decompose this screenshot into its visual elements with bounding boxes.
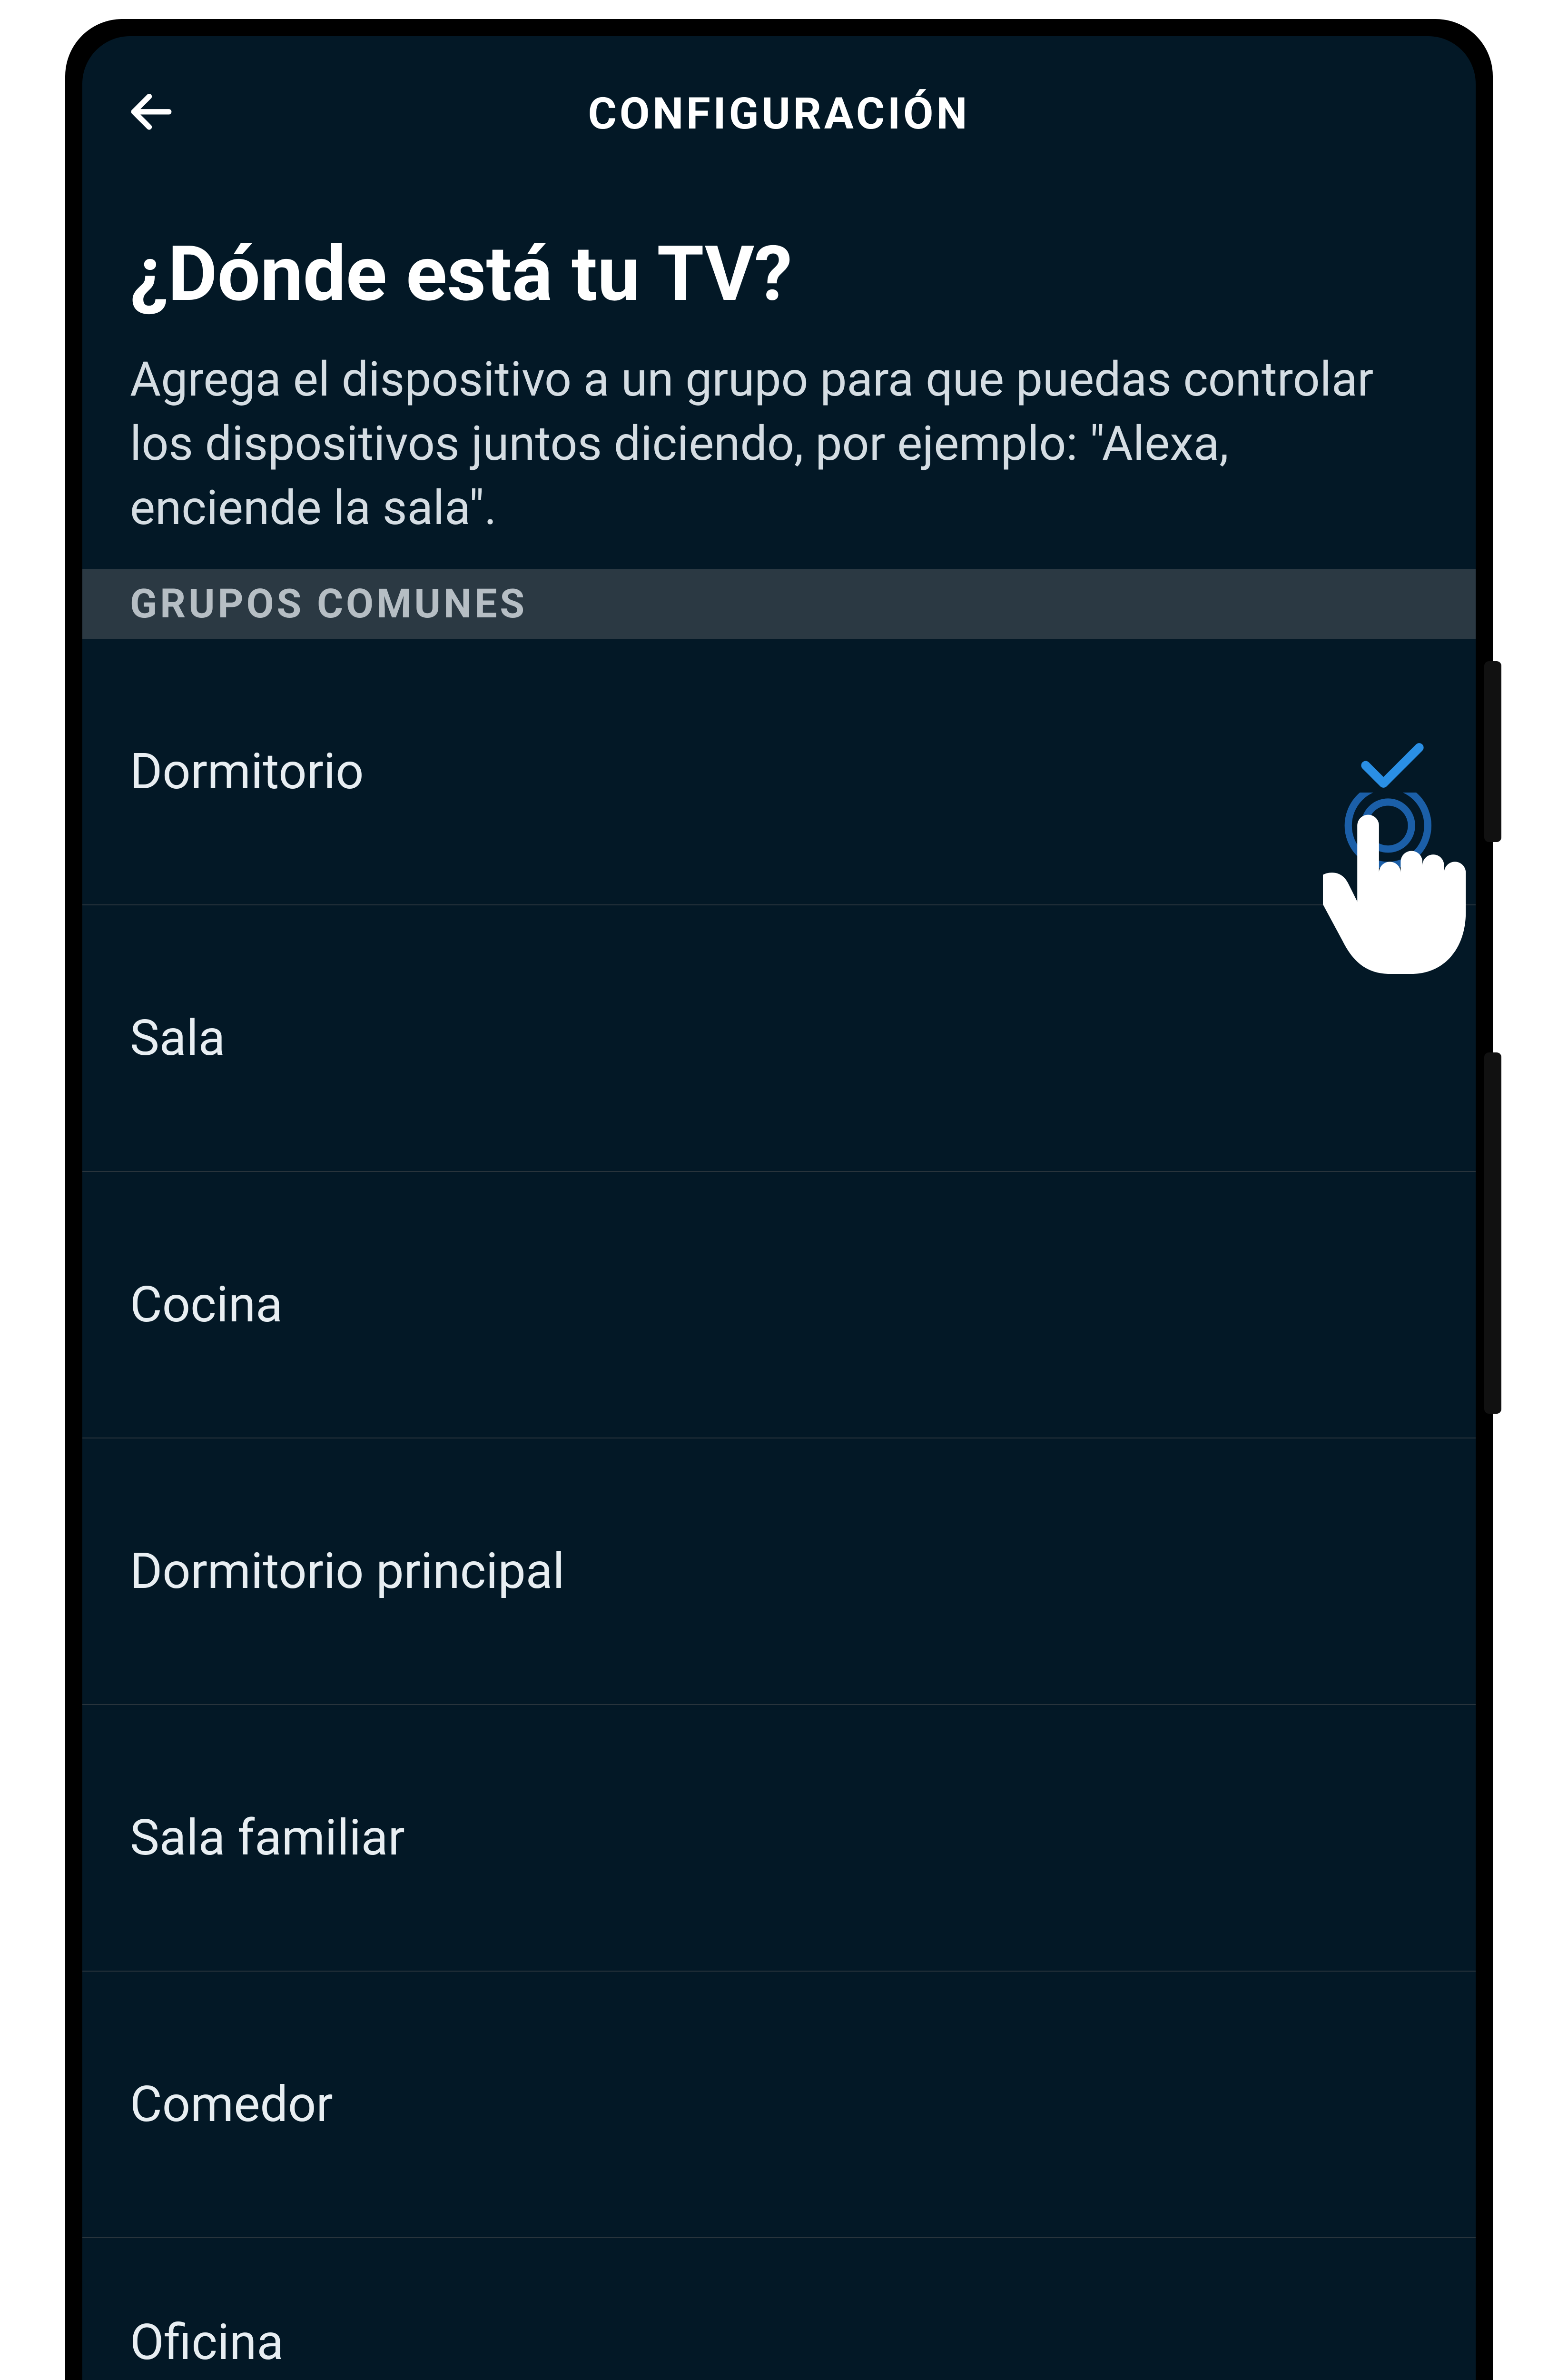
side-button-top bbox=[1484, 661, 1501, 842]
phone-frame: CONFIGURACIÓN ¿Dónde está tu TV? Agrega … bbox=[65, 19, 1493, 2380]
header-title: CONFIGURACIÓN bbox=[588, 89, 970, 139]
group-label: Sala familiar bbox=[130, 1809, 405, 1867]
back-button[interactable] bbox=[125, 85, 177, 149]
page-heading: ¿Dónde está tu TV? bbox=[130, 230, 1428, 319]
group-row-sala[interactable]: Sala bbox=[82, 905, 1476, 1172]
group-label: Dormitorio principal bbox=[130, 1543, 565, 1600]
group-list[interactable]: Dormitorio Sala Cocina Dormitorio princi… bbox=[82, 639, 1476, 2380]
screen: CONFIGURACIÓN ¿Dónde está tu TV? Agrega … bbox=[82, 36, 1476, 2380]
page-description: Agrega el dispositivo a un grupo para qu… bbox=[130, 347, 1428, 540]
group-row-cocina[interactable]: Cocina bbox=[82, 1172, 1476, 1438]
content: ¿Dónde está tu TV? Agrega el dispositivo… bbox=[82, 173, 1476, 2380]
group-label: Comedor bbox=[130, 2076, 333, 2133]
group-label: Dormitorio bbox=[130, 743, 364, 801]
group-row-oficina[interactable]: Oficina bbox=[82, 2238, 1476, 2380]
group-label: Cocina bbox=[130, 1276, 283, 1334]
group-label: Oficina bbox=[130, 2314, 284, 2371]
group-row-sala-familiar[interactable]: Sala familiar bbox=[82, 1705, 1476, 1972]
intro: ¿Dónde está tu TV? Agrega el dispositivo… bbox=[82, 173, 1476, 569]
group-row-dormitorio[interactable]: Dormitorio bbox=[82, 639, 1476, 905]
side-button-bottom bbox=[1484, 1052, 1501, 1414]
check-icon bbox=[1357, 737, 1428, 806]
group-row-comedor[interactable]: Comedor bbox=[82, 1972, 1476, 2238]
app-header: CONFIGURACIÓN bbox=[82, 36, 1476, 173]
group-row-dormitorio-principal[interactable]: Dormitorio principal bbox=[82, 1438, 1476, 1705]
section-label-common-groups: GRUPOS COMUNES bbox=[82, 569, 1476, 639]
arrow-left-icon bbox=[125, 85, 177, 138]
group-label: Sala bbox=[130, 1010, 225, 1067]
